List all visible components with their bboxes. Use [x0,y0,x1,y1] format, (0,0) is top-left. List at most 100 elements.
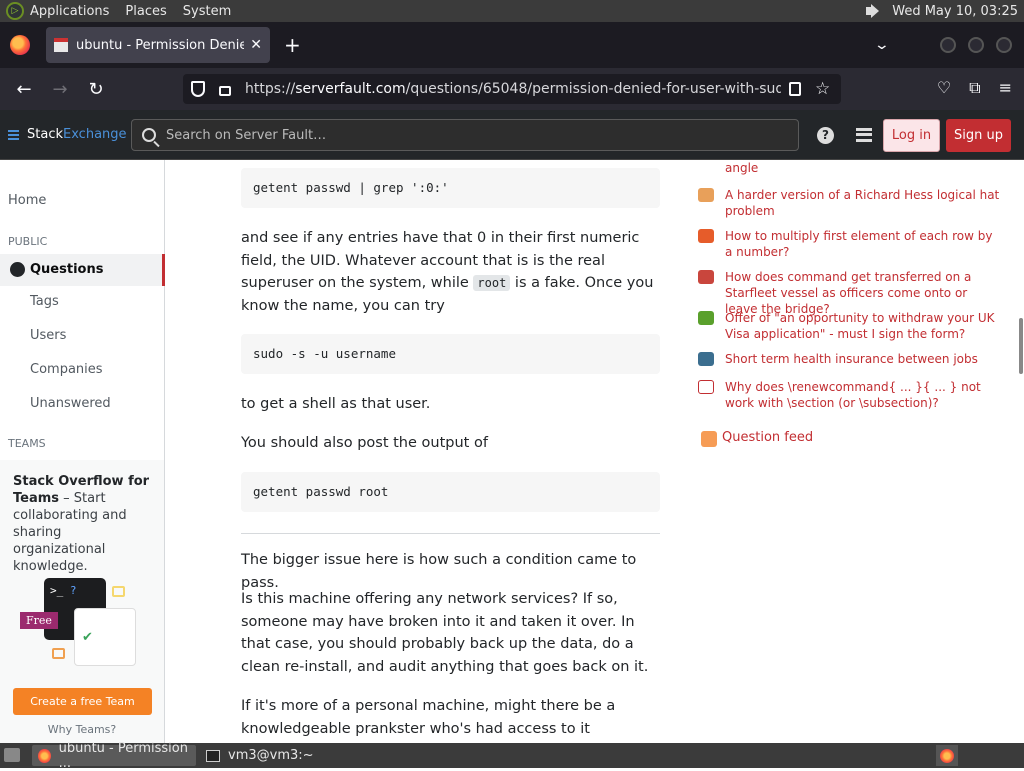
logo-stack-text: Stack [27,127,63,142]
sidebar-item-companies[interactable]: Companies [30,362,103,377]
site-switcher-icon[interactable] [856,128,872,142]
sidebar-item-questions[interactable]: Questions [0,254,165,286]
site-icon [698,229,714,243]
lock-icon[interactable] [219,86,231,96]
gnome-top-panel: ▷ Applications Places System Wed May 10,… [0,0,1024,22]
divider [241,533,660,534]
menu-hamburger-icon[interactable]: ≡ [999,78,1012,98]
hot-question-title[interactable]: Short term health insurance between jobs [725,351,1000,367]
site-icon [698,270,714,284]
serverfault-favicon-icon [54,38,68,52]
volume-icon[interactable] [864,3,884,19]
firefox-icon [38,748,51,763]
sidebar-heading-public: PUBLIC [8,235,48,248]
sidebar-item-unanswered[interactable]: Unanswered [30,396,111,411]
terminal-prompt: >_ [50,584,64,597]
help-icon[interactable]: ? [817,127,834,144]
menu-system[interactable]: System [183,4,231,19]
hot-question-title[interactable]: A harder version of a Richard Hess logic… [725,187,1000,219]
site-icon [698,352,714,366]
clock[interactable]: Wed May 10, 03:25 [892,4,1018,19]
hot-question-title[interactable]: How to multiply first element of each ro… [725,228,1000,260]
inline-code: root [473,275,511,291]
gnome-bottom-panel: ubuntu - Permission ... vm3@vm3:~ [0,741,1024,771]
url-bar[interactable]: https://serverfault.com/questions/65048/… [183,74,841,104]
hot-question-title[interactable]: angle [725,160,1000,176]
pocket-icon[interactable]: ♡ [937,78,951,98]
taskbar-item-label: vm3@vm3:~ [228,748,314,763]
search-placeholder: Search on Server Fault… [166,127,327,143]
globe-icon [10,262,25,277]
site-icon [698,188,714,202]
login-button[interactable]: Log in [883,119,940,152]
checkmark-icon: ✔ [82,630,93,645]
sidebar-item-users[interactable]: Users [30,328,66,343]
forward-arrow-icon[interactable]: → [42,79,78,100]
workspace-switcher[interactable] [936,745,958,766]
window-maximize-button[interactable] [968,37,984,53]
answer-paragraph: and see if any entries have that 0 in th… [241,227,661,317]
scrollbar[interactable] [1019,318,1023,374]
speech-bubble-icon [112,586,125,597]
reload-icon[interactable]: ↻ [78,79,114,100]
create-team-button[interactable]: Create a free Team [13,688,152,715]
browser-navbar: ← → ↻ https://serverfault.com/questions/… [0,68,1024,110]
signup-button[interactable]: Sign up [946,119,1011,152]
new-tab-icon[interactable]: + [284,33,301,57]
url-text[interactable]: https://serverfault.com/questions/65048/… [245,81,781,97]
list-tabs-chevron-down-icon[interactable]: ⌄ [874,37,890,53]
tracking-shield-icon[interactable] [191,81,205,97]
code-block: getent passwd root [241,472,660,512]
code-block: sudo -s -u username [241,334,660,374]
speech-bubble-icon [52,648,65,659]
firefox-view-icon[interactable] [10,35,30,55]
site-icon [698,380,714,394]
answer-paragraph: You should also post the output of [241,435,488,451]
stackexchange-logo-icon [8,129,19,140]
terminal-qmark: ? [69,584,77,597]
menu-places[interactable]: Places [125,4,166,19]
tab-close-icon[interactable]: ✕ [250,37,262,53]
why-teams-link[interactable]: Why Teams? [0,723,164,736]
sidebar-item-home[interactable]: Home [8,193,46,208]
question-feed-link[interactable]: Question feed [722,430,813,446]
search-icon [142,128,156,142]
show-desktop-icon[interactable] [4,748,20,762]
firefox-icon [940,748,954,763]
sidebar-heading-teams: TEAMS [8,437,46,450]
left-sidebar: Home PUBLIC Questions Tags Users Compani… [0,160,165,743]
search-input[interactable]: Search on Server Fault… [131,119,799,151]
site-icon [698,311,714,325]
teams-promo-text: Stack Overflow for Teams – Start collabo… [13,473,153,575]
distro-logo-icon[interactable]: ▷ [6,2,24,20]
taskbar-item-terminal[interactable]: vm3@vm3:~ [200,745,320,766]
answer-paragraph: Is this machine offering any network ser… [241,591,649,675]
browser-tabstrip: ubuntu - Permission Denied ✕ + ⌄ [0,22,1024,68]
bookmark-star-icon[interactable]: ☆ [815,79,830,99]
sidebar-item-label: Questions [30,262,104,277]
answer-body: getent passwd | grep ':0:' and see if an… [165,160,695,743]
answer-paragraph: to get a shell as that user. [241,396,431,412]
answer-paragraph: If it's more of a personal machine, migh… [241,698,616,737]
hot-network-questions: angle A harder version of a Richard Hess… [695,160,1024,743]
terminal-icon [206,749,220,762]
teams-illustration: >_ ? ✔ Free [20,578,145,673]
rss-icon [701,431,717,447]
code-block: getent passwd | grep ':0:' [241,168,660,208]
taskbar-item-firefox[interactable]: ubuntu - Permission ... [32,741,196,771]
stackexchange-logo[interactable]: Stack Exchange [8,127,127,142]
logo-exchange-text: Exchange [63,127,127,142]
hot-question-title[interactable]: Why does \renewcommand{ ... }{ ... } not… [725,379,1000,411]
window-minimize-button[interactable] [940,37,956,53]
menu-applications[interactable]: Applications [30,4,109,19]
back-arrow-icon[interactable]: ← [6,79,42,100]
free-badge: Free [20,612,58,629]
reader-view-icon[interactable] [789,82,801,96]
se-topbar: Stack Exchange Search on Server Fault… ? … [0,110,1024,160]
extensions-icon[interactable]: ⧉ [969,78,980,98]
window-close-button[interactable] [996,37,1012,53]
hot-question-title[interactable]: Offer of "an opportunity to withdraw you… [725,310,1000,342]
browser-tab[interactable]: ubuntu - Permission Denied ✕ [46,27,270,63]
tab-title: ubuntu - Permission Denied [76,37,245,53]
sidebar-item-tags[interactable]: Tags [30,294,59,309]
